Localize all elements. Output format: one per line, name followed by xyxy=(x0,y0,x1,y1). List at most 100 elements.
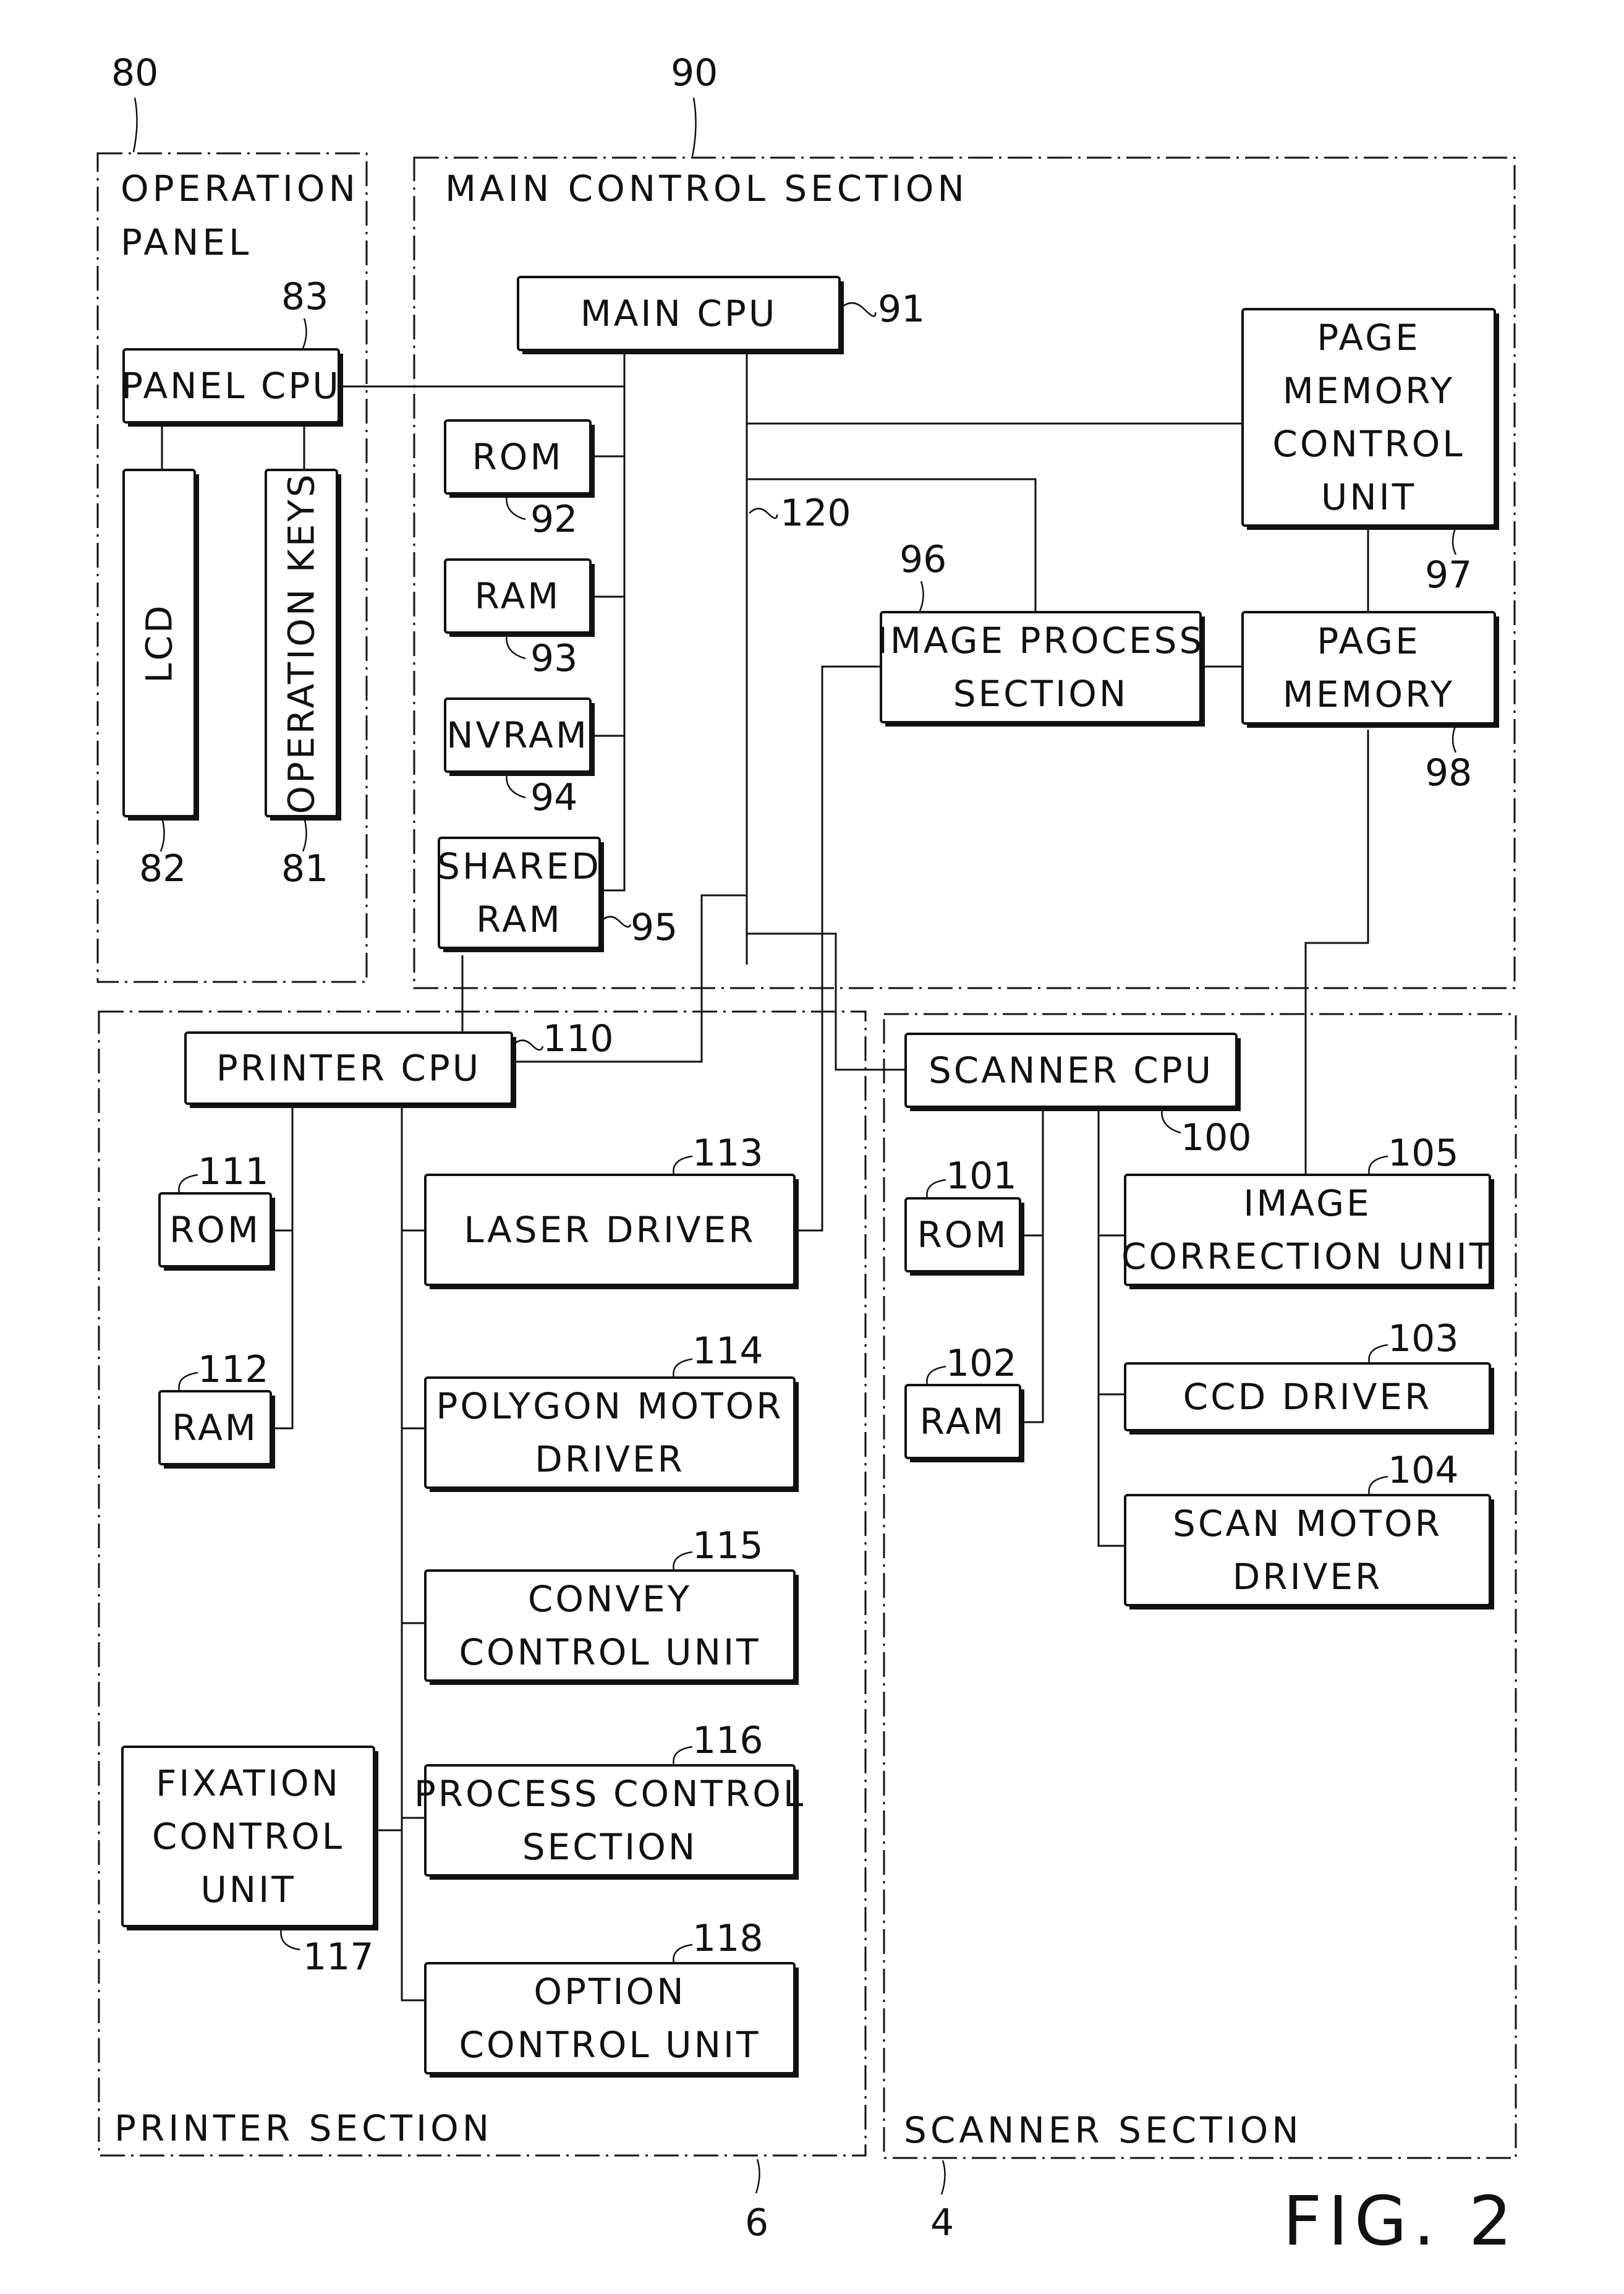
ref-93: 93 xyxy=(530,637,577,680)
laser-driver-label-line1: LASER DRIVER xyxy=(464,1209,755,1251)
leader-80 xyxy=(132,97,138,153)
ram-main-label-line1: RAM xyxy=(475,575,561,617)
image-correction-label-line1: IMAGE xyxy=(1243,1182,1371,1224)
ref-105: 105 xyxy=(1388,1132,1459,1175)
main-control-section-title: MAIN CONTROL SECTION xyxy=(445,168,968,210)
scan-motor-driver-label-line1: SCAN MOTOR xyxy=(1173,1503,1442,1545)
nvram-block: NVRAM 94 xyxy=(444,697,595,819)
ram-printer-ref-leader xyxy=(178,1371,198,1392)
rom-main-label-line1: ROM xyxy=(472,436,564,478)
rom-main-ref-leader xyxy=(506,494,526,521)
convey-control-block: CONVEY CONTROL UNIT 115 xyxy=(424,1524,799,1685)
convey-control-ref-leader xyxy=(673,1551,693,1571)
option-control-block: OPTION CONTROL UNIT 118 xyxy=(424,1917,799,2078)
page-memory-control-label-line1: PAGE xyxy=(1317,317,1421,359)
ccd-driver-label-line1: CCD DRIVER xyxy=(1183,1376,1432,1418)
figure-label: FIG. 2 xyxy=(1283,2181,1518,2261)
option-control-label-line2: CONTROL UNIT xyxy=(459,2024,760,2066)
rom-printer-ref-leader xyxy=(178,1174,198,1194)
ref-118: 118 xyxy=(692,1917,763,1960)
panel-cpu-label-line1: PANEL CPU xyxy=(121,365,341,407)
lcd-block: LCD 82 xyxy=(122,469,199,890)
ram-printer-block: RAM 112 xyxy=(158,1348,275,1469)
ref-80: 80 xyxy=(111,51,158,95)
bus-ref-leader xyxy=(749,508,778,519)
ref-83: 83 xyxy=(281,275,328,318)
laser-driver-block: LASER DRIVER 113 xyxy=(424,1132,799,1289)
ref-102: 102 xyxy=(946,1342,1017,1385)
ref-101: 101 xyxy=(946,1154,1017,1198)
fixation-control-block: FIXATION CONTROL UNIT117 xyxy=(121,1746,378,1979)
image-process-label-line2: SECTION xyxy=(953,673,1129,715)
ref-81: 81 xyxy=(281,847,328,890)
ref-82: 82 xyxy=(139,847,186,890)
page-memory-control-label-line4: UNIT xyxy=(1321,476,1416,518)
image-correction-block: IMAGE CORRECTION UNIT 105 xyxy=(1121,1132,1494,1289)
image-process-label-line1: IMAGE PROCESS xyxy=(877,620,1205,662)
ram-scanner-ref-leader xyxy=(926,1365,946,1386)
option-control-label-line1: OPTION xyxy=(534,1971,686,2013)
process-control-ref-leader xyxy=(673,1746,693,1766)
ref-91: 91 xyxy=(878,288,925,331)
printer-cpu-ref-leader xyxy=(512,1039,544,1051)
ref-116: 116 xyxy=(692,1719,763,1762)
fixation-control-ref-leader xyxy=(280,1927,300,1951)
ref-110: 110 xyxy=(543,1017,614,1060)
ref-100: 100 xyxy=(1181,1116,1252,1159)
panel-cpu-ref-leader xyxy=(302,318,307,349)
fixation-control-label-line2: CONTROL xyxy=(152,1815,344,1857)
ref-103: 103 xyxy=(1388,1317,1459,1360)
ref-111: 111 xyxy=(198,1150,269,1193)
scanner-section-title: SCANNER SECTION xyxy=(904,2109,1303,2151)
panel-cpu-block: PANEL CPU 83 xyxy=(121,275,343,427)
ref-6: 6 xyxy=(745,2201,768,2245)
page-memory-control-ref-leader xyxy=(1452,526,1457,555)
lcd-ref-leader xyxy=(159,817,165,852)
shared-ram-block: SHARED RAM 95 xyxy=(437,837,678,952)
shared-ram-ref-leader xyxy=(600,916,632,928)
laser-driver-ref-leader xyxy=(673,1155,693,1175)
ref-94: 94 xyxy=(530,776,577,819)
page-memory-control-label-line3: CONTROL xyxy=(1272,423,1465,465)
rom-main-block: ROM 92 xyxy=(444,419,595,541)
convey-control-label-line1: CONVEY xyxy=(528,1578,692,1620)
process-control-label-line1: PROCESS CONTROL xyxy=(414,1773,806,1815)
page-memory-control-label-line2: MEMORY xyxy=(1283,370,1455,412)
scan-motor-driver-ref-leader xyxy=(1368,1475,1388,1496)
page-memory-ref-leader xyxy=(1452,724,1457,753)
image-process-block: IMAGE PROCESS SECTION 96 xyxy=(877,538,1205,727)
operation-keys-block: OPERATION KEYS 81 xyxy=(265,469,341,890)
rom-scanner-label-line1: ROM xyxy=(917,1214,1009,1256)
ccd-driver-ref-leader xyxy=(1368,1344,1388,1364)
ref-115: 115 xyxy=(692,1524,763,1567)
process-control-label-line2: SECTION xyxy=(522,1826,698,1868)
ram-main-block: RAM 93 xyxy=(444,558,595,680)
main-cpu-ref-leader xyxy=(839,302,877,317)
ccd-driver-block: CCD DRIVER 103 xyxy=(1124,1317,1494,1435)
ref-114: 114 xyxy=(692,1329,763,1373)
shared-ram-label-line1: SHARED xyxy=(437,845,602,887)
polygon-motor-driver-label-line2: DRIVER xyxy=(535,1438,685,1480)
scanner-cpu-block: SCANNER CPU 100 xyxy=(904,1033,1252,1159)
nvram-ref-leader xyxy=(506,772,526,799)
polygon-motor-driver-label-line1: POLYGON MOTOR xyxy=(436,1385,783,1427)
option-control-ref-leader xyxy=(673,1943,693,1964)
leader-6 xyxy=(755,2159,760,2194)
main-cpu-block: MAIN CPU 91 xyxy=(517,276,925,354)
ref-92: 92 xyxy=(530,498,577,541)
ram-scanner-label-line1: RAM xyxy=(920,1401,1006,1443)
fixation-control-label-line3: UNIT xyxy=(200,1869,295,1911)
process-control-block: PROCESS CONTROL SECTION 116 xyxy=(414,1719,806,1880)
rom-scanner-block: ROM 101 xyxy=(904,1154,1024,1276)
lcd-label: LCD xyxy=(138,603,181,683)
fixation-control-label-line1: FIXATION xyxy=(156,1762,341,1804)
page-memory-control-block: PAGE MEMORY CONTROL UNIT97 xyxy=(1241,308,1499,597)
ref-120: 120 xyxy=(780,492,851,535)
convey-control-label-line2: CONTROL UNIT xyxy=(459,1631,760,1673)
ref-97: 97 xyxy=(1425,553,1472,597)
ref-95: 95 xyxy=(631,906,678,949)
image-correction-ref-leader xyxy=(1368,1155,1388,1175)
ref-104: 104 xyxy=(1388,1449,1459,1492)
operation-panel-title-line2: PANEL xyxy=(121,221,252,263)
rom-scanner-ref-leader xyxy=(926,1179,946,1199)
